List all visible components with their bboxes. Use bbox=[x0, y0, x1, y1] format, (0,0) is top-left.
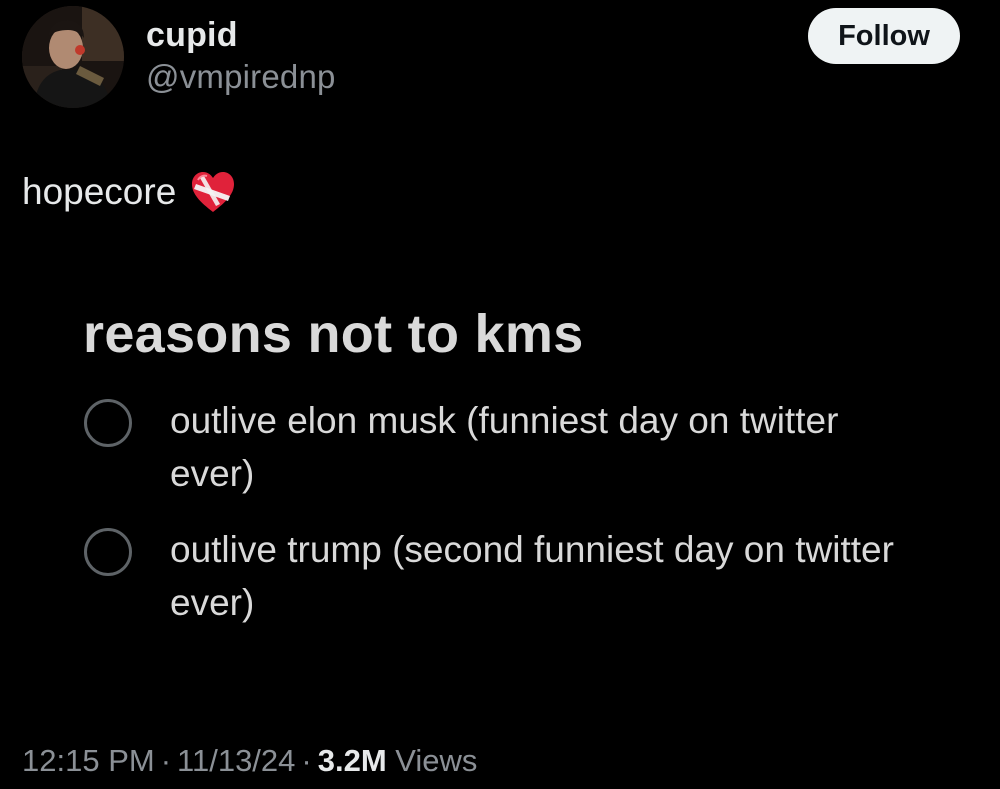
views-count[interactable]: 3.2M bbox=[318, 743, 387, 778]
radio-button-icon[interactable] bbox=[84, 528, 132, 576]
author-handle[interactable]: @vmpirednp bbox=[146, 58, 336, 96]
tweet-date[interactable]: 11/13/24 bbox=[177, 743, 295, 778]
views-label: Views bbox=[395, 743, 478, 778]
meta-separator: · bbox=[301, 743, 312, 778]
poll-option-label: outlive trump (second funniest day on tw… bbox=[170, 529, 894, 623]
poll-title: reasons not to kms bbox=[83, 304, 584, 364]
radio-button-icon[interactable] bbox=[84, 399, 132, 447]
follow-button[interactable]: Follow bbox=[808, 8, 960, 64]
tweet-meta: 12:15 PM · 11/13/24 · 3.2M Views bbox=[22, 743, 477, 779]
poll-option-label: outlive elon musk (funniest day on twitt… bbox=[170, 400, 839, 494]
author-display-name[interactable]: cupid bbox=[146, 16, 238, 55]
tweet-time[interactable]: 12:15 PM bbox=[22, 743, 155, 778]
meta-separator: · bbox=[160, 743, 172, 778]
author-avatar[interactable] bbox=[22, 6, 124, 108]
mending-heart-icon bbox=[190, 170, 236, 214]
tweet-text: hopecore bbox=[22, 171, 177, 212]
avatar-photo-icon bbox=[22, 6, 124, 108]
tweet-text-row: hopecore bbox=[22, 170, 236, 214]
tweet-card: cupid @vmpirednp Follow hopecore reasons… bbox=[0, 0, 1000, 789]
